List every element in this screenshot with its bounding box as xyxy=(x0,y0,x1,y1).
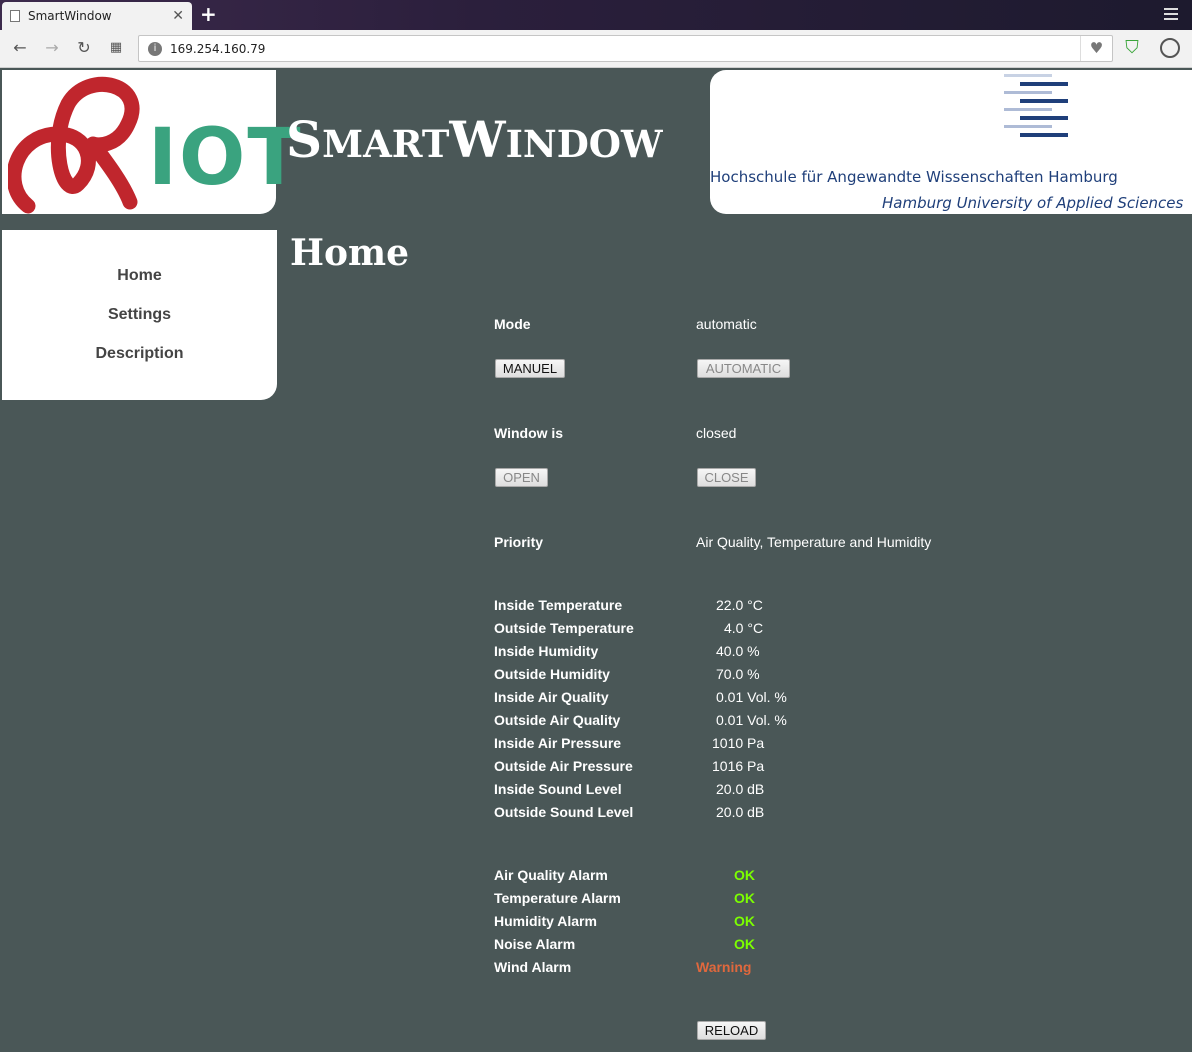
alarm-label: Temperature Alarm xyxy=(494,890,621,906)
speed-dial-icon[interactable]: ▦ xyxy=(106,38,126,58)
back-icon[interactable]: ← xyxy=(10,38,30,58)
tab-menu-icon[interactable] xyxy=(1164,8,1178,23)
alarm-label: Humidity Alarm xyxy=(494,913,597,929)
alarm-status-ok: OK xyxy=(734,867,755,883)
sensor-label: Outside Temperature xyxy=(494,620,634,636)
sensor-label: Inside Air Pressure xyxy=(494,735,622,751)
alarm-status-warning: Warning xyxy=(696,959,752,975)
page-title: Home xyxy=(290,232,410,274)
sensor-value: 20.0 dB xyxy=(716,804,765,820)
tab-title: SmartWindow xyxy=(28,9,112,23)
bookmark-heart-icon[interactable]: ♥ xyxy=(1080,36,1112,61)
sensor-label: Inside Sound Level xyxy=(494,781,622,797)
address-bar[interactable]: i 169.254.160.79 ♥ xyxy=(138,35,1113,62)
alarm-label: Air Quality Alarm xyxy=(494,867,608,883)
window-value: closed xyxy=(696,425,737,441)
browser-toolbar: ← → ↻ ▦ i 169.254.160.79 ♥ ⛉ xyxy=(0,30,1192,68)
url-text[interactable]: 169.254.160.79 xyxy=(170,42,1080,56)
haw-logo: Hochschule für Angewandte Wissenschaften… xyxy=(710,70,1192,214)
account-icon[interactable] xyxy=(1160,38,1180,58)
sidebar-item-settings[interactable]: Settings xyxy=(2,306,277,324)
sensor-value: 22.0 °C xyxy=(716,597,763,613)
window-label: Window is xyxy=(494,425,564,441)
sensor-value: 1016 Pa xyxy=(712,758,765,774)
sensor-label: Inside Humidity xyxy=(494,643,599,659)
manual-button[interactable]: MANUEL xyxy=(495,359,565,378)
sensor-value: 70.0 % xyxy=(716,666,760,682)
automatic-button[interactable]: AUTOMATIC xyxy=(697,359,790,378)
riot-iot-text: IOT xyxy=(148,113,303,203)
sensor-label: Outside Humidity xyxy=(494,666,610,682)
close-tab-icon[interactable]: ✕ xyxy=(172,8,184,24)
sensor-label: Inside Temperature xyxy=(494,597,623,613)
alarm-status-ok: OK xyxy=(734,890,755,906)
page-icon xyxy=(10,10,20,22)
site-info-icon[interactable]: i xyxy=(148,41,162,56)
haw-bars-icon xyxy=(1004,74,1068,137)
browser-tab[interactable]: SmartWindow ✕ xyxy=(2,2,192,30)
sensor-label: Inside Air Quality xyxy=(494,689,609,705)
alarm-label: Wind Alarm xyxy=(494,959,572,975)
reload-icon[interactable]: ↻ xyxy=(74,38,94,58)
haw-name-de: Hochschule für Angewandte Wissenschaften… xyxy=(710,168,1118,186)
browser-tab-bar: SmartWindow ✕ + xyxy=(0,0,1192,30)
sensor-value: 4.0 °C xyxy=(724,620,764,636)
page: IOT SMARTWINDOW Hochschule für Angewandt… xyxy=(0,68,1192,1052)
sidebar: Home Settings Description xyxy=(2,230,277,400)
sensor-label: Outside Sound Level xyxy=(494,804,634,820)
mode-label: Mode xyxy=(494,316,531,332)
reload-button[interactable]: RELOAD xyxy=(697,1021,766,1040)
site-title: SMARTWINDOW xyxy=(286,110,663,169)
haw-name-en: Hamburg University of Applied Sciences xyxy=(882,194,1184,212)
sensor-label: Outside Air Pressure xyxy=(494,758,633,774)
open-button[interactable]: OPEN xyxy=(495,468,548,487)
sensor-value: 0.01 Vol. % xyxy=(716,689,787,705)
new-tab-button[interactable]: + xyxy=(200,4,217,24)
alarm-label: Noise Alarm xyxy=(494,936,576,952)
sensor-value: 0.01 Vol. % xyxy=(716,712,787,728)
riot-logo: IOT xyxy=(2,70,301,214)
sidebar-item-description[interactable]: Description xyxy=(2,345,277,363)
sensor-label: Outside Air Quality xyxy=(494,712,621,728)
mode-value: automatic xyxy=(696,316,757,332)
riot-r-shape xyxy=(8,76,140,214)
sensor-value: 40.0 % xyxy=(716,643,760,659)
close-button[interactable]: CLOSE xyxy=(697,468,756,487)
priority-value: Air Quality, Temperature and Humidity xyxy=(696,534,932,550)
sidebar-item-home[interactable]: Home xyxy=(2,267,277,285)
forward-icon[interactable]: → xyxy=(42,38,62,58)
alarm-status-ok: OK xyxy=(734,936,755,952)
priority-label: Priority xyxy=(494,534,544,550)
alarm-status-ok: OK xyxy=(734,913,755,929)
shield-icon[interactable]: ⛉ xyxy=(1121,37,1143,59)
sensor-value: 1010 Pa xyxy=(712,735,765,751)
sensor-value: 20.0 dB xyxy=(716,781,765,797)
